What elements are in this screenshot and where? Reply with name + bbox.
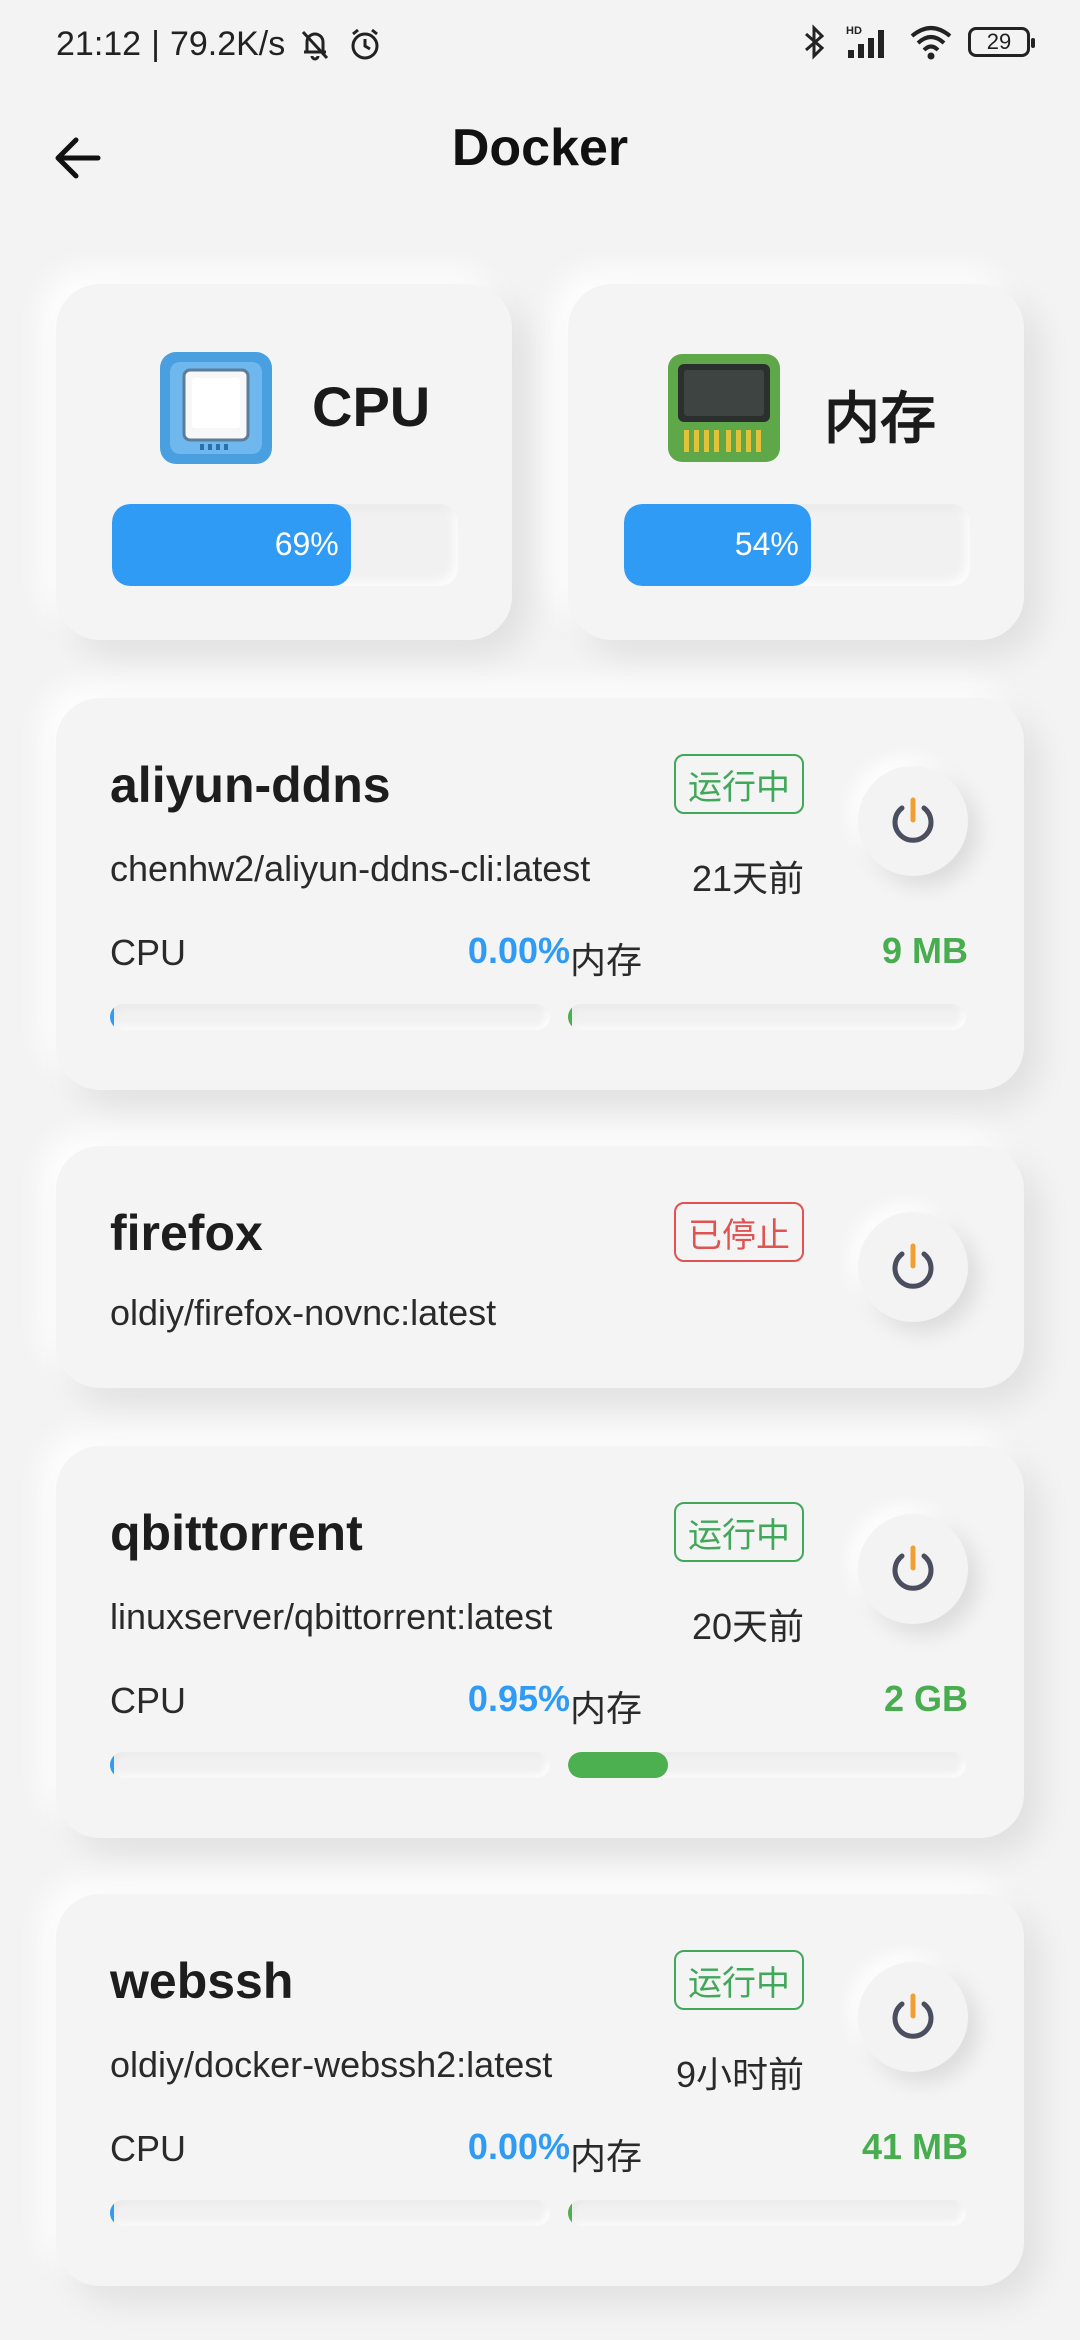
power-icon — [892, 797, 934, 843]
cpu-label: CPU — [110, 932, 187, 973]
status-badge: 运行中 — [674, 754, 804, 814]
power-icon — [892, 1993, 934, 2039]
status-speed: 79.2K/s — [169, 24, 286, 63]
status-bar: 21:12 | 79.2K/s HD 29 — [0, 0, 1080, 96]
cpu-usage-fill — [110, 2200, 114, 2226]
cpu-usage-bar — [110, 2200, 550, 2226]
cpu-summary-label: CPU — [312, 375, 431, 438]
cpu-usage-value: 0.00% — [467, 930, 570, 971]
power-icon — [892, 1545, 934, 1591]
memory-summary-label: 内存 — [824, 387, 936, 450]
power-button[interactable] — [858, 1514, 968, 1624]
memory-usage-bar — [568, 2200, 966, 2226]
memory-label: 内存 — [570, 940, 643, 981]
container-created-time: 9小时前 — [675, 2054, 804, 2095]
memory-chip-icon — [668, 354, 780, 462]
cpu-summary-card: CPU 69% — [56, 284, 512, 640]
container-image: chenhw2/aliyun-ddns-cli:latest — [110, 848, 591, 889]
mute-bell-icon — [302, 30, 329, 61]
container-image: oldiy/docker-webssh2:latest — [110, 2044, 553, 2085]
status-time: 21:12 — [56, 24, 142, 63]
memory-usage-fill — [568, 1752, 668, 1778]
signal-icon: HD — [846, 25, 884, 58]
power-button[interactable] — [858, 1962, 968, 2072]
battery-level: 29 — [986, 29, 1012, 54]
status-badge: 运行中 — [674, 1950, 804, 2010]
power-button[interactable] — [858, 1212, 968, 1322]
container-image: linuxserver/qbittorrent:latest — [110, 1596, 553, 1637]
container-name: aliyun-ddns — [110, 757, 391, 813]
memory-label: 内存 — [570, 1688, 643, 1729]
cpu-summary-percent: 69% — [274, 526, 339, 562]
status-left: 21:12 | 79.2K/s — [56, 24, 385, 64]
cpu-usage-fill — [110, 1752, 115, 1778]
container-name: qbittorrent — [110, 1505, 363, 1561]
container-name: firefox — [110, 1205, 263, 1261]
memory-usage-bar — [568, 1752, 966, 1778]
container-card-webssh[interactable]: webssh 运行中 oldiy/docker-webssh2:latest 9… — [56, 1894, 1024, 2286]
container-image: oldiy/firefox-novnc:latest — [110, 1292, 497, 1333]
memory-usage-value: 2 GB — [883, 1678, 968, 1719]
memory-usage-bar — [568, 1004, 966, 1030]
cpu-label: CPU — [110, 2128, 187, 2169]
power-icon — [892, 1243, 934, 1289]
status-separator: | — [151, 24, 160, 63]
memory-summary-fill: 54% — [624, 504, 811, 586]
memory-usage-value: 41 MB — [861, 2126, 968, 2167]
memory-summary-bar: 54% — [624, 504, 970, 586]
cpu-usage-bar — [110, 1004, 550, 1030]
app-header: Docker — [0, 110, 1080, 200]
container-card-aliyun-ddns[interactable]: aliyun-ddns 运行中 chenhw2/aliyun-ddns-cli:… — [56, 698, 1024, 1090]
container-created-time: 21天前 — [691, 858, 804, 899]
wifi-icon — [910, 26, 952, 60]
status-right: HD 29 — [800, 22, 1035, 62]
container-created-time: 20天前 — [691, 1606, 804, 1647]
cpu-usage-value: 0.00% — [467, 2126, 570, 2167]
memory-usage-fill — [568, 1004, 572, 1030]
alarm-icon — [351, 28, 379, 60]
power-button[interactable] — [858, 766, 968, 876]
battery-indicator: 29 — [968, 27, 1035, 57]
cpu-usage-fill — [110, 1004, 114, 1030]
memory-summary-percent: 54% — [734, 526, 799, 562]
container-card-qbittorrent[interactable]: qbittorrent 运行中 linuxserver/qbittorrent:… — [56, 1446, 1024, 1838]
memory-usage-value: 9 MB — [881, 930, 968, 971]
status-badge: 运行中 — [674, 1502, 804, 1562]
memory-summary-card: 内存 54% — [568, 284, 1024, 640]
memory-label: 内存 — [570, 2136, 643, 2177]
cpu-summary-bar: 69% — [112, 504, 458, 586]
cpu-summary-fill: 69% — [112, 504, 351, 586]
bluetooth-icon — [805, 24, 825, 60]
status-badge: 已停止 — [674, 1202, 804, 1262]
memory-usage-fill — [568, 2200, 572, 2226]
cpu-usage-value: 0.95% — [467, 1678, 570, 1719]
svg-text:HD: HD — [846, 25, 862, 37]
container-name: webssh — [110, 1953, 294, 2009]
cpu-usage-bar — [110, 1752, 550, 1778]
cpu-label: CPU — [110, 1680, 187, 1721]
container-card-firefox[interactable]: firefox 已停止 oldiy/firefox-novnc:latest — [56, 1146, 1024, 1388]
page-title: Docker — [451, 119, 629, 177]
cpu-chip-icon — [160, 352, 272, 464]
